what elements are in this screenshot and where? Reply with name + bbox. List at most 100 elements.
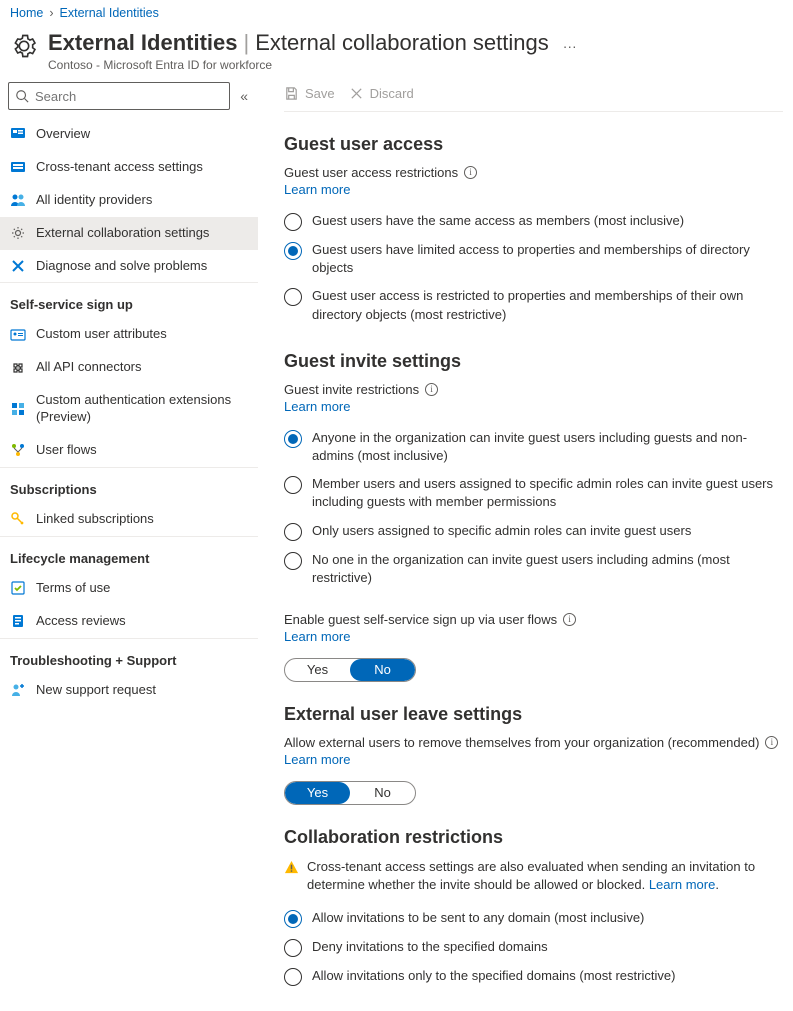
sidebar-item-terms-of-use[interactable]: Terms of use [0,572,258,605]
cross-tenant-icon [10,159,26,175]
radio-icon [284,910,302,928]
info-icon[interactable]: i [765,736,778,749]
radio-collab-deny-specified[interactable]: Deny invitations to the specified domain… [284,933,783,962]
save-icon [284,86,299,101]
learn-more-link[interactable]: Learn more [284,182,350,197]
sidebar-item-custom-auth-extensions[interactable]: Custom authentication extensions (Previe… [0,384,258,434]
radio-guest-access-limited[interactable]: Guest users have limited access to prope… [284,236,783,282]
sidebar-item-label: Custom authentication extensions (Previe… [36,392,248,426]
save-button[interactable]: Save [284,86,335,101]
radio-invite-noone[interactable]: No one in the organization can invite gu… [284,546,783,592]
radio-label: Anyone in the organization can invite gu… [312,429,783,465]
flow-icon [10,442,26,458]
self-service-signup-toggle[interactable]: Yes No [284,658,416,682]
sidebar-section-subscriptions: Subscriptions [0,467,258,503]
collapse-sidebar-button[interactable]: « [238,86,250,106]
sidebar-item-label: Custom user attributes [36,326,248,343]
warning-message: Cross-tenant access settings are also ev… [284,858,783,894]
info-icon[interactable]: i [425,383,438,396]
gear-icon [10,225,26,241]
allow-remove-toggle[interactable]: Yes No [284,781,416,805]
sidebar-item-label: New support request [36,682,248,699]
radio-guest-access-same[interactable]: Guest users have the same access as memb… [284,207,783,236]
guest-invite-restrictions-label: Guest invite restrictions [284,382,419,397]
sidebar-item-cross-tenant[interactable]: Cross-tenant access settings [0,151,258,184]
sidebar-item-custom-user-attributes[interactable]: Custom user attributes [0,318,258,351]
sidebar-item-label: Terms of use [36,580,248,597]
sidebar-item-diagnose[interactable]: Diagnose and solve problems [0,250,258,283]
radio-label: Guest user access is restricted to prope… [312,287,783,323]
tenant-subtitle: Contoso - Microsoft Entra ID for workfor… [48,58,783,72]
toggle-no[interactable]: No [350,659,415,681]
search-icon [15,89,29,103]
sidebar-item-new-support-request[interactable]: New support request [0,674,258,707]
radio-collab-allow-any[interactable]: Allow invitations to be sent to any doma… [284,904,783,933]
sidebar-item-label: Diagnose and solve problems [36,258,248,275]
radio-icon [284,523,302,541]
title-separator: | [244,30,250,56]
sidebar-section-troubleshooting: Troubleshooting + Support [0,638,258,674]
sidebar-section-self-service: Self-service sign up [0,282,258,318]
toolbar: Save Discard [284,82,783,112]
section-guest-user-access: Guest user access [284,134,783,155]
sidebar-item-label: All API connectors [36,359,248,376]
sidebar-item-label: All identity providers [36,192,248,209]
sidebar-item-identity-providers[interactable]: All identity providers [0,184,258,217]
learn-more-link[interactable]: Learn more [284,752,350,767]
learn-more-link[interactable]: Learn more [284,629,350,644]
chevron-right-icon: › [49,6,53,20]
learn-more-link[interactable]: Learn more [649,876,715,894]
breadcrumb-home[interactable]: Home [10,6,43,20]
allow-remove-label: Allow external users to remove themselve… [284,735,759,750]
radio-guest-access-restricted[interactable]: Guest user access is restricted to prope… [284,282,783,328]
radio-invite-members[interactable]: Member users and users assigned to speci… [284,470,783,516]
sidebar-item-access-reviews[interactable]: Access reviews [0,605,258,638]
warning-icon [284,860,299,875]
page-header: External Identities | External collabora… [10,26,783,82]
extensions-icon [10,401,26,417]
sidebar-item-label: Cross-tenant access settings [36,159,248,176]
page-title: External Identities [48,30,238,56]
sidebar-section-lifecycle: Lifecycle management [0,536,258,572]
discard-button[interactable]: Discard [349,86,414,101]
radio-collab-allow-specified[interactable]: Allow invitations only to the specified … [284,962,783,991]
id-card-icon [10,327,26,343]
toggle-yes[interactable]: Yes [285,782,350,804]
learn-more-link[interactable]: Learn more [284,399,350,414]
search-input[interactable] [35,89,229,104]
sidebar-item-user-flows[interactable]: User flows [0,434,258,467]
self-service-signup-label: Enable guest self-service sign up via us… [284,612,557,627]
section-guest-invite-settings: Guest invite settings [284,351,783,372]
support-icon [10,682,26,698]
radio-label: Deny invitations to the specified domain… [312,938,783,956]
radio-invite-admins-only[interactable]: Only users assigned to specific admin ro… [284,517,783,546]
info-icon[interactable]: i [563,613,576,626]
sidebar-item-api-connectors[interactable]: All API connectors [0,351,258,384]
search-box[interactable] [8,82,230,110]
radio-icon [284,968,302,986]
guest-access-restrictions-label: Guest user access restrictions [284,165,458,180]
page-subtitle: External collaboration settings [255,30,549,56]
toggle-yes[interactable]: Yes [285,659,350,681]
radio-icon [284,552,302,570]
sidebar-item-label: Overview [36,126,248,143]
period: . [715,877,719,892]
radio-label: Guest users have limited access to prope… [312,241,783,277]
radio-icon [284,430,302,448]
discard-icon [349,86,364,101]
breadcrumb-external-identities[interactable]: External Identities [60,6,159,20]
sidebar-item-overview[interactable]: Overview [0,118,258,151]
more-button[interactable]: ··· [563,38,577,54]
sidebar: « Overview Cross-tenant access settings … [0,82,258,1011]
radio-invite-anyone[interactable]: Anyone in the organization can invite gu… [284,424,783,470]
toggle-no[interactable]: No [350,782,415,804]
section-external-user-leave: External user leave settings [284,704,783,725]
radio-label: Guest users have the same access as memb… [312,212,783,230]
sidebar-item-external-collaboration[interactable]: External collaboration settings [0,217,258,250]
overview-icon [10,126,26,142]
review-icon [10,613,26,629]
sidebar-item-linked-subscriptions[interactable]: Linked subscriptions [0,503,258,536]
sidebar-item-label: External collaboration settings [36,225,248,242]
radio-label: No one in the organization can invite gu… [312,551,783,587]
info-icon[interactable]: i [464,166,477,179]
